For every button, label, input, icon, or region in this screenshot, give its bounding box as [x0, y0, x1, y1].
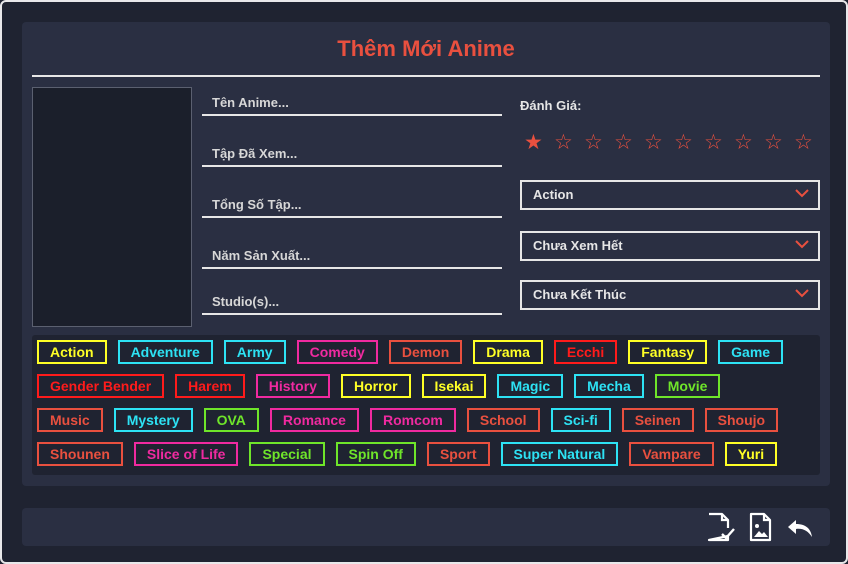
genre-tag-spin-off[interactable]: Spin Off: [335, 442, 416, 466]
studios-input[interactable]: [202, 289, 502, 313]
episodes-watched-input[interactable]: [202, 141, 502, 165]
genre-tag-mystery[interactable]: Mystery: [113, 408, 193, 432]
genre-tag-romance[interactable]: Romance: [269, 408, 359, 432]
genre-tag-game[interactable]: Game: [718, 340, 784, 364]
chevron-down-icon: [795, 289, 809, 298]
star-empty-icon[interactable]: ☆: [584, 130, 614, 156]
star-empty-icon[interactable]: ☆: [614, 130, 644, 156]
star-filled-icon[interactable]: ★: [524, 130, 554, 156]
genre-tag-army[interactable]: Army: [223, 340, 286, 364]
genre-row: Music Mystery OVA Romance Romcom School Sci-fi…: [37, 408, 789, 432]
total-episodes-input[interactable]: [202, 192, 502, 216]
genre-tag-shounen[interactable]: Shounen: [37, 442, 123, 466]
poster-image-placeholder[interactable]: [32, 87, 192, 327]
genre-tag-slice-of-life[interactable]: Slice of Life: [133, 442, 239, 466]
genre-row: Action Adventure Army Comedy Demon Drama Ecchi…: [37, 340, 794, 364]
star-empty-icon[interactable]: ☆: [674, 130, 704, 156]
genre-tag-harem[interactable]: Harem: [175, 374, 245, 398]
genre-tag-history[interactable]: History: [255, 374, 330, 398]
genre-tag-romcom[interactable]: Romcom: [369, 408, 456, 432]
watch-status-value: Chưa Xem Hết: [533, 238, 623, 253]
genre-tag-sci-fi[interactable]: Sci-fi: [550, 408, 611, 432]
genre-row: Shounen Slice of Life Special Spin Off Sport…: [37, 442, 788, 466]
genre-tag-comedy[interactable]: Comedy: [296, 340, 378, 364]
title-divider: [32, 75, 820, 77]
genre-tag-drama[interactable]: Drama: [473, 340, 543, 364]
genre-row: Gender Bender Harem History Horror Isekai Mag…: [37, 374, 731, 398]
genre-tag-ova[interactable]: OVA: [203, 408, 259, 432]
genre-tag-isekai[interactable]: Isekai: [421, 374, 487, 398]
genre-tag-fantasy[interactable]: Fantasy: [628, 340, 708, 364]
rating-stars: ★ ☆ ☆ ☆ ☆ ☆ ☆ ☆ ☆ ☆: [524, 130, 824, 156]
star-empty-icon[interactable]: ☆: [764, 130, 794, 156]
release-year-input[interactable]: [202, 243, 502, 267]
chevron-down-icon: [795, 240, 809, 249]
genre-tag-yuri[interactable]: Yuri: [724, 442, 778, 466]
genre-tag-ecchi[interactable]: Ecchi: [553, 340, 618, 364]
genre-tag-action[interactable]: Action: [37, 340, 107, 364]
genre-tag-demon[interactable]: Demon: [388, 340, 463, 364]
form-title: Thêm Mới Anime: [337, 36, 515, 61]
genre-tag-music[interactable]: Music: [37, 408, 103, 432]
image-file-icon: [749, 512, 772, 542]
rating-label: Đánh Giá:: [520, 98, 582, 113]
dialog-window: Thêm Mới Anime Đánh Giá: ★☆☆☆☆☆☆☆☆☆ Acti…: [0, 0, 848, 564]
genre-select[interactable]: Action: [520, 180, 820, 210]
file-check-icon: [707, 512, 735, 542]
genre-tag-adventure[interactable]: Adventure: [117, 340, 213, 364]
anime-name-input[interactable]: [202, 90, 502, 114]
studios-field: [202, 289, 502, 315]
watch-status-select[interactable]: Chưa Xem Hết: [520, 231, 820, 261]
chevron-down-icon: [795, 189, 809, 198]
genre-tag-super-natural[interactable]: Super Natural: [500, 442, 619, 466]
star-empty-icon[interactable]: ☆: [554, 130, 584, 156]
genre-tag-school[interactable]: School: [466, 408, 540, 432]
airing-status-value: Chưa Kết Thúc: [533, 287, 627, 302]
back-button[interactable]: [785, 512, 815, 542]
star-empty-icon[interactable]: ☆: [734, 130, 764, 156]
genre-tag-magic[interactable]: Magic: [497, 374, 564, 398]
genre-select-value: Action: [533, 187, 574, 202]
release-year-field: [202, 243, 502, 269]
airing-status-select[interactable]: Chưa Kết Thúc: [520, 280, 820, 310]
genre-tag-sport[interactable]: Sport: [426, 442, 490, 466]
star-empty-icon[interactable]: ☆: [704, 130, 734, 156]
genre-tag-shoujo[interactable]: Shoujo: [704, 408, 779, 432]
action-bar: [22, 508, 830, 546]
genre-tag-gender-bender[interactable]: Gender Bender: [37, 374, 165, 398]
genre-tag-list: Action Adventure Army Comedy Demon Drama Ecchi…: [32, 335, 820, 475]
undo-arrow-icon: [788, 520, 812, 537]
anime-name-field: [202, 90, 502, 116]
total-episodes-field: [202, 192, 502, 218]
genre-tag-horror[interactable]: Horror: [340, 374, 411, 398]
genre-tag-seinen[interactable]: Seinen: [621, 408, 694, 432]
episodes-watched-field: [202, 141, 502, 167]
add-anime-form: Thêm Mới Anime Đánh Giá: ★☆☆☆☆☆☆☆☆☆ Acti…: [22, 22, 830, 486]
choose-image-button[interactable]: [746, 512, 776, 542]
genre-tag-movie[interactable]: Movie: [654, 374, 721, 398]
genre-tag-vampare[interactable]: Vampare: [629, 442, 714, 466]
genre-tag-special[interactable]: Special: [249, 442, 325, 466]
save-button[interactable]: [705, 512, 735, 542]
genre-tag-mecha[interactable]: Mecha: [574, 374, 644, 398]
star-empty-icon[interactable]: ☆: [794, 130, 824, 156]
star-empty-icon[interactable]: ☆: [644, 130, 674, 156]
